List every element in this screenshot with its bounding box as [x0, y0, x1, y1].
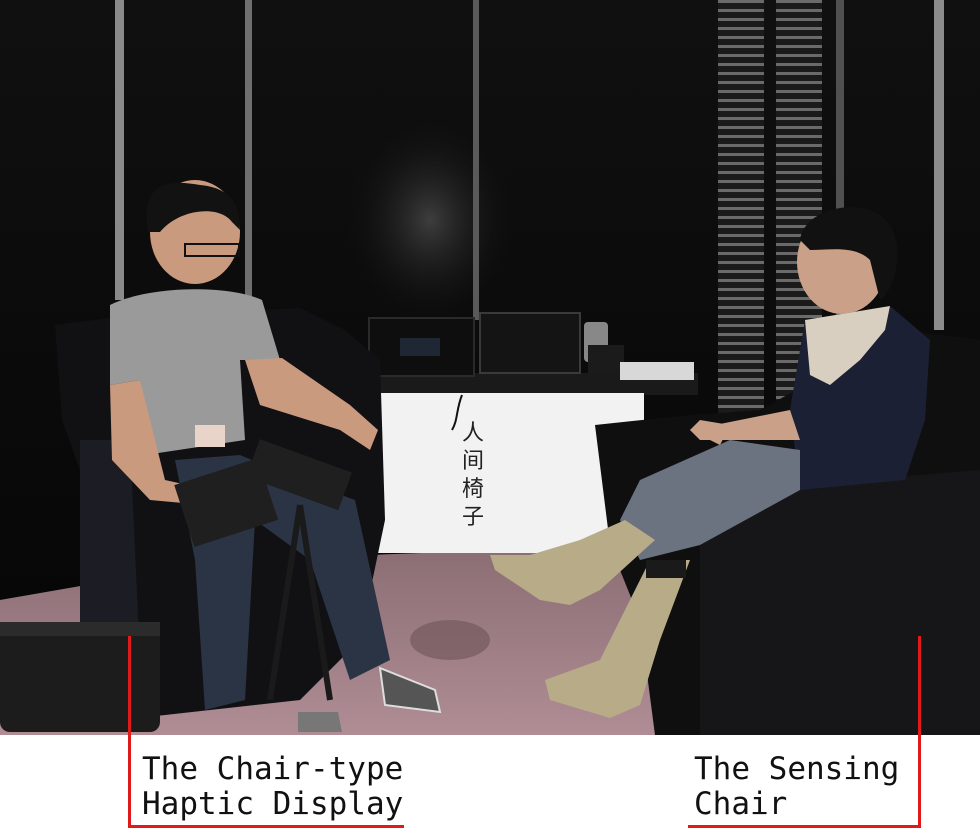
left-caption-underline	[128, 825, 404, 828]
monitor	[479, 312, 581, 374]
right-caption-underline	[688, 825, 921, 828]
metal-pole	[473, 0, 479, 320]
vent-grill	[718, 0, 764, 430]
exhibition-photo: 人 间 椅 子	[0, 0, 980, 735]
banner-char: 椅	[462, 477, 484, 502]
banner-char: 间	[462, 449, 484, 474]
metal-pole	[934, 0, 944, 330]
haptic-display-caption-line2: Haptic Display	[142, 786, 404, 822]
table-banner	[352, 393, 644, 553]
banner-char: 子	[462, 505, 484, 530]
haptic-display-caption-line1: The Chair-type	[142, 751, 404, 787]
metal-pole	[245, 0, 252, 310]
sensing-chair-caption-line1: The Sensing	[694, 751, 900, 787]
metal-pole	[115, 0, 124, 300]
sensing-chair-caption-line2: Chair	[694, 786, 788, 822]
left-caption-bracket	[128, 636, 131, 828]
right-caption-bracket	[918, 636, 921, 828]
banner-char: 人	[462, 421, 484, 446]
footstool	[0, 622, 160, 732]
